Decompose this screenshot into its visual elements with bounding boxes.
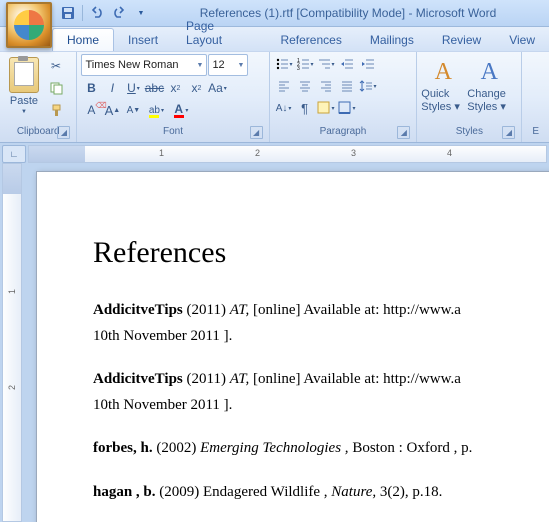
bullets-button[interactable] [274,54,294,74]
ruler-area: ∟ 1 2 3 4 [0,143,549,163]
page: References AddicitveTips (2011) AT, [onl… [36,171,549,522]
sort-button[interactable]: A↓ [274,98,294,118]
paste-label: Paste [10,95,38,107]
cut-icon[interactable]: ✂ [46,56,66,76]
line-spacing-button[interactable] [358,76,378,96]
page-viewport[interactable]: References AddicitveTips (2011) AT, [onl… [24,163,549,522]
highlight-button[interactable]: ab [144,100,168,120]
tab-mailings[interactable]: Mailings [356,29,428,51]
vertical-ruler[interactable]: 1 2 [2,163,22,522]
underline-button[interactable]: U [123,78,143,98]
change-case-button[interactable]: Aa [207,78,227,98]
undo-icon[interactable] [87,3,107,23]
copy-icon[interactable] [46,78,66,98]
tab-insert[interactable]: Insert [114,29,172,51]
align-left-button[interactable] [274,76,294,96]
group-clipboard: Paste ▼ ✂ Clipboard◢ [0,52,77,142]
group-label-clipboard: Clipboard◢ [4,126,72,142]
reference-entry: hagan , b. (2009) Endagered Wildlife , N… [93,480,549,506]
bold-button[interactable]: B [81,78,101,98]
font-dialog-icon[interactable]: ◢ [250,126,263,139]
qat-customize-icon[interactable]: ▼ [131,3,151,23]
ruler-tick: 1 [7,289,17,294]
ruler-tick: 3 [351,148,356,158]
subscript-button[interactable]: x2 [165,78,185,98]
borders-button[interactable] [337,98,357,118]
redo-icon[interactable] [109,3,129,23]
justify-button[interactable] [337,76,357,96]
ruler-tick: 1 [159,148,164,158]
italic-button[interactable]: I [102,78,122,98]
group-font: Times New Roman▼ 12▼ B I U abc x2 x2 Aa … [77,52,269,142]
show-hide-button[interactable]: ¶ [295,98,315,118]
document-body[interactable]: References AddicitveTips (2011) AT, [onl… [93,236,549,522]
ruler-tick: 2 [255,148,260,158]
titlebar: ▼ References (1).rtf [Compatibility Mode… [0,0,549,27]
tab-view[interactable]: View [495,29,549,51]
group-label-styles: Styles◢ [421,126,517,142]
font-size-combo[interactable]: 12▼ [208,54,248,76]
document-area: 1 2 References AddicitveTips (2011) AT, … [0,163,549,522]
styles-dialog-icon[interactable]: ◢ [502,126,515,139]
tab-home[interactable]: Home [52,28,114,51]
group-label-font: Font◢ [81,126,264,142]
paragraph-dialog-icon[interactable]: ◢ [397,126,410,139]
ruler-tick: 4 [447,148,452,158]
font-color-button[interactable]: A [169,100,193,120]
ribbon-tabs: Home Insert Page Layout References Maili… [0,27,549,51]
tab-selector[interactable]: ∟ [2,145,26,163]
reference-entry: AddicitveTips (2011) AT, [online] Availa… [93,367,549,418]
quick-access-toolbar: ▼ [58,3,151,23]
shading-button[interactable] [316,98,336,118]
paste-button[interactable]: Paste ▼ [4,54,44,118]
separator [82,5,83,21]
format-painter-icon[interactable] [46,100,66,120]
letter-a-icon: A [481,59,498,86]
group-label-paragraph: Paragraph◢ [274,126,413,142]
tab-review[interactable]: Review [428,29,495,51]
quick-styles-button[interactable]: A Quick Styles ▾ [421,54,465,118]
office-button[interactable] [6,2,52,48]
tab-references[interactable]: References [266,29,355,51]
strikethrough-button[interactable]: abc [144,78,164,98]
decrease-indent-button[interactable] [337,54,357,74]
ruler-tick: 2 [7,385,17,390]
clipboard-dialog-icon[interactable]: ◢ [57,126,70,139]
group-styles: A Quick Styles ▾ A Change Styles ▾ Style… [417,52,522,142]
font-name-combo[interactable]: Times New Roman▼ [81,54,207,76]
multilevel-list-button[interactable] [316,54,336,74]
group-editing-partial: E [522,52,549,142]
align-center-button[interactable] [295,76,315,96]
shrink-font-button[interactable]: A▼ [123,100,143,120]
increase-indent-button[interactable] [358,54,378,74]
reference-entry: AddicitveTips (2011) AT, [online] Availa… [93,298,549,349]
heading-references: References [93,236,549,270]
letter-a-icon: A [435,59,452,86]
superscript-button[interactable]: x2 [186,78,206,98]
ribbon: Paste ▼ ✂ Clipboard◢ Times New Roman▼ 12… [0,51,549,143]
group-paragraph: 123 A↓ ¶ Paragraph◢ [270,52,418,142]
change-styles-button[interactable]: A Change Styles ▾ [467,54,511,118]
clear-formatting-button[interactable]: A⌫ [81,100,101,120]
reference-entry: forbes, h. (2002) Emerging Technologies … [93,436,549,462]
horizontal-ruler[interactable]: 1 2 3 4 [28,145,547,163]
svg-text:3: 3 [297,66,300,71]
tab-page-layout[interactable]: Page Layout [172,15,266,51]
align-right-button[interactable] [316,76,336,96]
paste-icon [9,57,39,93]
save-icon[interactable] [58,3,78,23]
numbering-button[interactable]: 123 [295,54,315,74]
editing-label-partial: E [532,126,539,137]
